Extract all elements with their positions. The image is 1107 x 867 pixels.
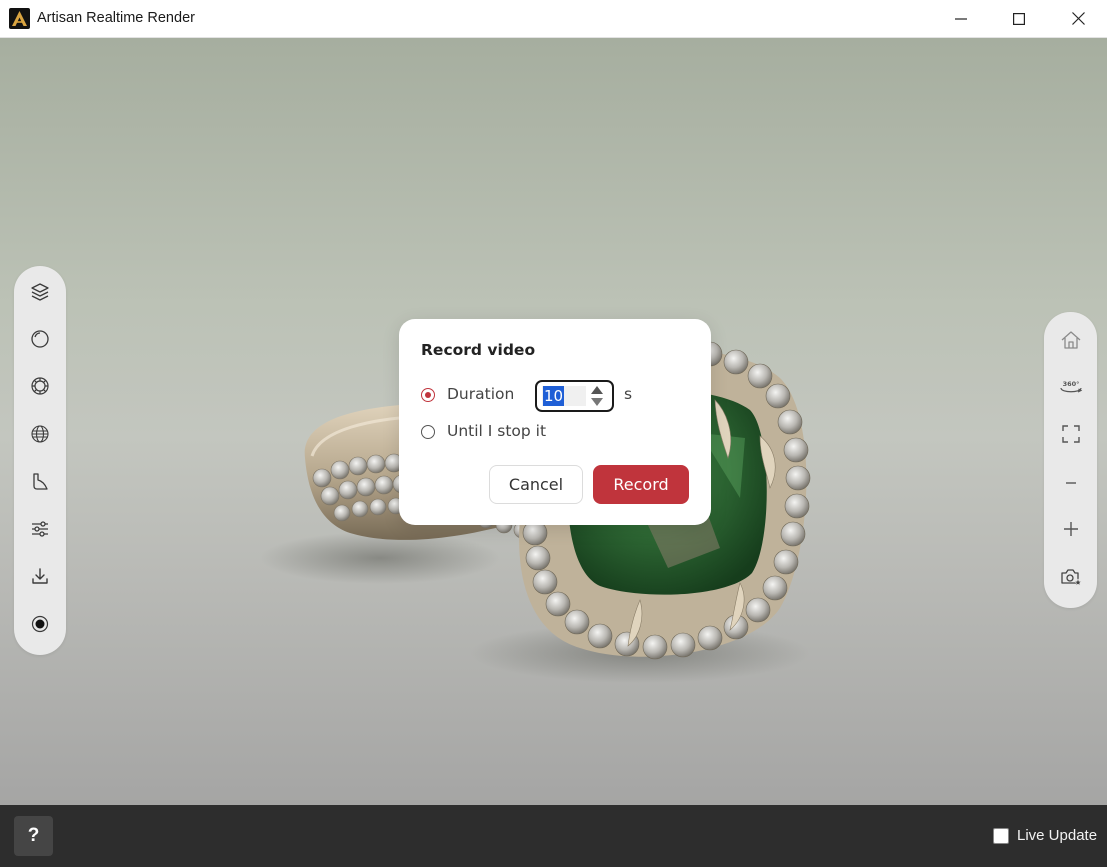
adjustments-button[interactable] bbox=[14, 511, 66, 551]
fullscreen-icon bbox=[1061, 424, 1081, 448]
snapshot-button[interactable] bbox=[1044, 559, 1097, 599]
environment-globe-icon bbox=[30, 424, 50, 448]
rotate-360-button[interactable]: 360° bbox=[1044, 369, 1097, 409]
material-button[interactable] bbox=[14, 321, 66, 361]
record-video-button[interactable] bbox=[14, 606, 66, 646]
spin-down-icon[interactable] bbox=[591, 398, 603, 406]
window-title: Artisan Realtime Render bbox=[37, 10, 195, 26]
gem-icon bbox=[30, 376, 50, 400]
zoom-in-button[interactable] bbox=[1044, 511, 1097, 551]
record-icon bbox=[30, 614, 50, 638]
backdrop-button[interactable] bbox=[14, 463, 66, 503]
sphere-icon bbox=[30, 329, 50, 353]
title-bar[interactable]: Artisan Realtime Render bbox=[0, 0, 1107, 38]
duration-radio[interactable] bbox=[421, 388, 435, 402]
rotate-360-icon: 360° bbox=[1058, 377, 1084, 401]
layers-button[interactable] bbox=[14, 274, 66, 314]
backdrop-icon bbox=[30, 471, 50, 495]
live-update-checkbox[interactable] bbox=[993, 828, 1009, 844]
help-button[interactable]: ? bbox=[14, 816, 53, 856]
bottom-bar: ? Live Update bbox=[0, 805, 1107, 867]
sliders-icon bbox=[30, 519, 50, 543]
dialog-title: Record video bbox=[421, 341, 536, 359]
zoom-in-icon bbox=[1063, 521, 1079, 541]
live-update-label[interactable]: Live Update bbox=[1017, 827, 1097, 844]
until-stop-radio[interactable] bbox=[421, 425, 435, 439]
cancel-button[interactable]: Cancel bbox=[489, 465, 583, 504]
home-view-button[interactable] bbox=[1044, 322, 1097, 362]
left-toolbar bbox=[14, 266, 66, 655]
close-button[interactable] bbox=[1055, 0, 1101, 37]
until-stop-label: Until I stop it bbox=[447, 422, 547, 440]
record-button[interactable]: Record bbox=[593, 465, 689, 504]
duration-label: Duration bbox=[447, 385, 515, 403]
right-toolbar: 360° bbox=[1044, 312, 1097, 608]
duration-input[interactable]: 10 bbox=[535, 380, 614, 412]
duration-unit: s bbox=[624, 385, 633, 403]
spin-up-icon[interactable] bbox=[591, 386, 603, 394]
minimize-button[interactable] bbox=[938, 0, 984, 37]
download-icon bbox=[30, 566, 50, 590]
download-button[interactable] bbox=[14, 558, 66, 598]
app-window: Artisan Realtime Render 360° Record vide… bbox=[0, 0, 1107, 867]
environment-button[interactable] bbox=[14, 416, 66, 456]
app-logo-icon bbox=[9, 8, 30, 29]
rotate-360-label: 360° bbox=[1062, 380, 1079, 388]
zoom-out-icon bbox=[1064, 475, 1078, 494]
home-icon bbox=[1060, 329, 1082, 355]
duration-value: 10 bbox=[543, 386, 565, 406]
zoom-out-button[interactable] bbox=[1044, 464, 1097, 504]
record-video-dialog: Record video Duration 10 s Until I stop … bbox=[399, 319, 711, 525]
maximize-button[interactable] bbox=[996, 0, 1042, 37]
gem-button[interactable] bbox=[14, 368, 66, 408]
layers-icon bbox=[30, 282, 50, 306]
fullscreen-button[interactable] bbox=[1044, 416, 1097, 456]
camera-star-icon bbox=[1060, 567, 1082, 591]
